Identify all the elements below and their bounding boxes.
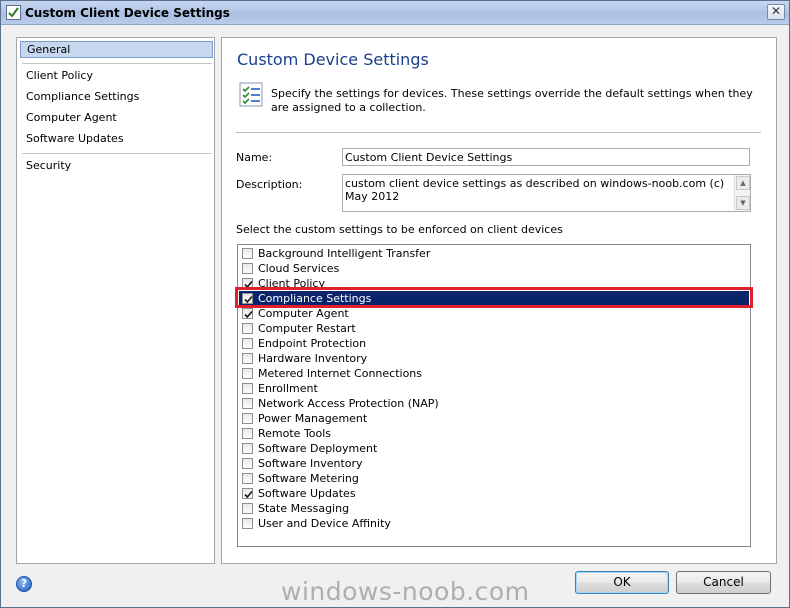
annotation-highlight bbox=[235, 287, 753, 308]
settings-list-item[interactable]: Endpoint Protection bbox=[239, 336, 749, 351]
nav-item-client-policy[interactable]: Client Policy bbox=[20, 68, 213, 85]
nav-item-security[interactable]: Security bbox=[20, 158, 213, 175]
settings-item-label: Metered Internet Connections bbox=[258, 367, 423, 380]
checkbox[interactable] bbox=[242, 248, 253, 259]
scroll-down-arrow-icon[interactable]: ▼ bbox=[736, 196, 750, 210]
settings-item-label: Computer Agent bbox=[258, 307, 349, 320]
description-scrollbar[interactable]: ▲ ▼ bbox=[734, 175, 750, 211]
checkbox[interactable] bbox=[242, 353, 253, 364]
settings-list-item[interactable]: Background Intelligent Transfer bbox=[239, 246, 749, 261]
settings-item-label: Hardware Inventory bbox=[258, 352, 368, 365]
settings-item-label: Software Updates bbox=[258, 487, 356, 500]
nav-item-computer-agent[interactable]: Computer Agent bbox=[20, 110, 213, 127]
settings-list-item[interactable]: User and Device Affinity bbox=[239, 516, 749, 531]
nav-divider bbox=[22, 63, 212, 64]
settings-item-label: State Messaging bbox=[258, 502, 350, 515]
scroll-up-arrow-icon[interactable]: ▲ bbox=[736, 176, 750, 190]
settings-list-item[interactable]: Hardware Inventory bbox=[239, 351, 749, 366]
checkmark-icon bbox=[244, 310, 253, 319]
checkbox[interactable] bbox=[242, 413, 253, 424]
checklist-icon bbox=[6, 5, 21, 20]
settings-document-icon bbox=[236, 80, 266, 108]
checkbox[interactable] bbox=[242, 383, 253, 394]
checkbox[interactable] bbox=[242, 338, 253, 349]
description-label: Description: bbox=[236, 178, 303, 191]
settings-list-item[interactable]: Enrollment bbox=[239, 381, 749, 396]
checkbox[interactable] bbox=[242, 398, 253, 409]
settings-list-item[interactable]: Computer Restart bbox=[239, 321, 749, 336]
checked-checkbox[interactable] bbox=[242, 308, 253, 319]
help-icon[interactable]: ? bbox=[16, 576, 32, 592]
checkbox[interactable] bbox=[242, 323, 253, 334]
settings-item-label: Software Metering bbox=[258, 472, 359, 485]
cancel-button[interactable]: Cancel bbox=[676, 571, 771, 594]
ok-button[interactable]: OK bbox=[575, 571, 669, 594]
settings-item-label: Computer Restart bbox=[258, 322, 356, 335]
dialog-window: Custom Client Device Settings ✕ General … bbox=[0, 0, 790, 608]
close-button[interactable]: ✕ bbox=[767, 4, 785, 20]
checkbox[interactable] bbox=[242, 263, 253, 274]
settings-item-label: Software Deployment bbox=[258, 442, 378, 455]
window-title: Custom Client Device Settings bbox=[25, 6, 230, 20]
checkbox[interactable] bbox=[242, 518, 253, 529]
settings-list-item[interactable]: Remote Tools bbox=[239, 426, 749, 441]
settings-item-label: Cloud Services bbox=[258, 262, 340, 275]
settings-item-label: User and Device Affinity bbox=[258, 517, 391, 530]
settings-list-item[interactable]: Software Updates bbox=[239, 486, 749, 501]
settings-list-item[interactable]: Computer Agent bbox=[239, 306, 749, 321]
navigation-pane: General Client Policy Compliance Setting… bbox=[16, 37, 215, 564]
settings-list-label: Select the custom settings to be enforce… bbox=[236, 223, 563, 236]
checkbox[interactable] bbox=[242, 428, 253, 439]
name-field[interactable]: Custom Client Device Settings bbox=[342, 148, 750, 166]
title-bar: Custom Client Device Settings ✕ bbox=[1, 1, 789, 25]
page-description: Specify the settings for devices. These … bbox=[271, 87, 753, 114]
settings-list-item[interactable]: Metered Internet Connections bbox=[239, 366, 749, 381]
settings-item-label: Enrollment bbox=[258, 382, 318, 395]
description-text: custom client device settings as describ… bbox=[345, 177, 725, 203]
settings-item-label: Software Inventory bbox=[258, 457, 363, 470]
section-divider bbox=[236, 132, 761, 133]
nav-item-compliance-settings[interactable]: Compliance Settings bbox=[20, 89, 213, 106]
settings-list-item[interactable]: Cloud Services bbox=[239, 261, 749, 276]
settings-item-label: Endpoint Protection bbox=[258, 337, 367, 350]
settings-list-item[interactable]: Software Inventory bbox=[239, 456, 749, 471]
watermark-text: windows-noob.com bbox=[281, 577, 530, 606]
checked-checkbox[interactable] bbox=[242, 488, 253, 499]
checkmark-icon bbox=[244, 490, 253, 499]
nav-item-general[interactable]: General bbox=[20, 41, 213, 58]
settings-item-label: Background Intelligent Transfer bbox=[258, 247, 431, 260]
settings-item-label: Network Access Protection (NAP) bbox=[258, 397, 439, 410]
settings-list-item[interactable]: Software Deployment bbox=[239, 441, 749, 456]
checkbox[interactable] bbox=[242, 368, 253, 379]
settings-list-item[interactable]: Power Management bbox=[239, 411, 749, 426]
settings-list-item[interactable]: State Messaging bbox=[239, 501, 749, 516]
checkbox[interactable] bbox=[242, 443, 253, 454]
nav-divider bbox=[22, 153, 212, 154]
checkbox[interactable] bbox=[242, 503, 253, 514]
settings-list-item[interactable]: Network Access Protection (NAP) bbox=[239, 396, 749, 411]
settings-item-label: Remote Tools bbox=[258, 427, 332, 440]
checkbox[interactable] bbox=[242, 458, 253, 469]
settings-item-label: Power Management bbox=[258, 412, 368, 425]
checkbox[interactable] bbox=[242, 473, 253, 484]
description-field[interactable]: custom client device settings as describ… bbox=[342, 174, 751, 212]
nav-item-software-updates[interactable]: Software Updates bbox=[20, 131, 213, 148]
name-label: Name: bbox=[236, 151, 273, 164]
page-title: Custom Device Settings bbox=[237, 50, 429, 69]
settings-list-item[interactable]: Software Metering bbox=[239, 471, 749, 486]
